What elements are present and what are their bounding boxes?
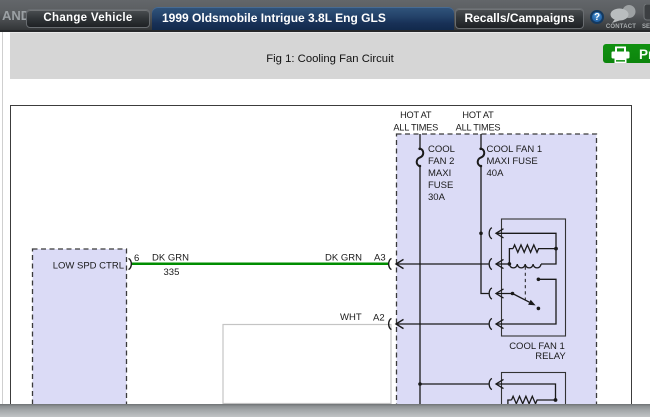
svg-text:RELAY: RELAY — [535, 351, 566, 362]
svg-text:LOW SPD CTRL: LOW SPD CTRL — [53, 261, 124, 272]
svg-text:WHT: WHT — [340, 312, 362, 323]
svg-text:A2: A2 — [373, 313, 385, 324]
svg-text:MAXI FUSE: MAXI FUSE — [487, 156, 538, 167]
svg-text:DK GRN: DK GRN — [152, 253, 189, 264]
svg-text:A3: A3 — [374, 252, 386, 263]
svg-text:40A: 40A — [487, 168, 505, 179]
svg-text:HOT AT: HOT AT — [462, 110, 494, 120]
svg-text:6: 6 — [134, 253, 139, 264]
svg-text:MAXI: MAXI — [428, 168, 451, 179]
svg-text:FUSE: FUSE — [428, 180, 453, 191]
svg-text:335: 335 — [164, 267, 180, 278]
svg-text:ALL TIMES: ALL TIMES — [393, 122, 438, 132]
svg-text:FAN 2: FAN 2 — [428, 156, 454, 167]
svg-text:DK GRN: DK GRN — [325, 252, 362, 263]
svg-text:HOT AT: HOT AT — [400, 110, 432, 120]
svg-text:COOL FAN 1: COOL FAN 1 — [487, 144, 543, 155]
svg-text:COOL: COOL — [428, 144, 455, 155]
svg-text:ALL TIMES: ALL TIMES — [456, 122, 501, 132]
svg-text:30A: 30A — [428, 192, 446, 203]
